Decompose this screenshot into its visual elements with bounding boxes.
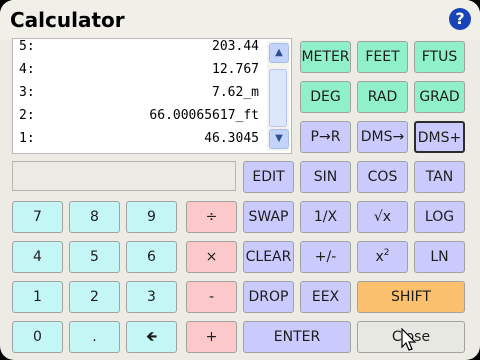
stack-value: 46.3045 bbox=[204, 131, 259, 146]
backspace-icon[interactable]: 🡸 bbox=[126, 321, 177, 353]
eex-button[interactable]: EEX bbox=[300, 281, 351, 313]
polar-to-rect-button[interactable]: P→R bbox=[300, 121, 351, 153]
stack-row-2: 2: 66.00065617_ft bbox=[19, 108, 263, 128]
stack-display: 5: 203.44 4: 12.767 3: 7.62_m 2: 66.0006… bbox=[12, 38, 292, 154]
plus-minus-button[interactable]: +/- bbox=[300, 241, 351, 273]
stack-level: 3: bbox=[19, 85, 35, 100]
cos-button[interactable]: COS bbox=[357, 161, 408, 193]
sqrt-button[interactable]: √x bbox=[357, 201, 408, 233]
digit-7-button[interactable]: 7 bbox=[12, 201, 63, 233]
stack-level: 2: bbox=[19, 108, 35, 123]
ln-button[interactable]: LN bbox=[414, 241, 465, 273]
rad-button[interactable]: RAD bbox=[357, 81, 408, 113]
stack-value: 7.62_m bbox=[212, 85, 259, 100]
stack-level: 4: bbox=[19, 62, 35, 77]
digit-6-button[interactable]: 6 bbox=[126, 241, 177, 273]
shift-button[interactable]: SHIFT bbox=[357, 281, 465, 313]
reciprocal-button[interactable]: 1/X bbox=[300, 201, 351, 233]
square-exponent: 2 bbox=[383, 248, 390, 258]
log-button[interactable]: LOG bbox=[414, 201, 465, 233]
edit-button[interactable]: EDIT bbox=[243, 161, 294, 193]
meter-button[interactable]: METER bbox=[300, 41, 351, 73]
dms-plus-button[interactable]: DMS+ bbox=[414, 121, 465, 153]
scroll-up-icon[interactable]: ▲ bbox=[269, 43, 289, 63]
plus-button[interactable]: + bbox=[186, 321, 237, 353]
title-bar: Calculator ? bbox=[0, 0, 480, 40]
feet-button[interactable]: FEET bbox=[357, 41, 408, 73]
stack-value: 66.00065617_ft bbox=[149, 108, 259, 123]
enter-button[interactable]: ENTER bbox=[243, 321, 351, 353]
stack-row-3: 3: 7.62_m bbox=[19, 85, 263, 105]
grad-button[interactable]: GRAD bbox=[414, 81, 465, 113]
tan-button[interactable]: TAN bbox=[414, 161, 465, 193]
digit-5-button[interactable]: 5 bbox=[69, 241, 120, 273]
stack-value: 203.44 bbox=[212, 39, 259, 54]
scroll-thumb[interactable] bbox=[269, 69, 287, 127]
clear-button[interactable]: CLEAR bbox=[243, 241, 294, 273]
mouse-pointer-icon bbox=[401, 328, 417, 351]
minus-button[interactable]: - bbox=[186, 281, 237, 313]
drop-button[interactable]: DROP bbox=[243, 281, 294, 313]
stack-level: 5: bbox=[19, 39, 35, 54]
stack-row-1: 1: 46.3045 bbox=[19, 131, 263, 151]
swap-button[interactable]: SWAP bbox=[243, 201, 294, 233]
decimal-button[interactable]: . bbox=[69, 321, 120, 353]
square-button[interactable]: x2 bbox=[357, 241, 408, 273]
calculator-window: Calculator ? 5: 203.44 4: 12.767 3: 7.62… bbox=[0, 0, 480, 360]
stack-scrollbar[interactable]: ▲ ▼ bbox=[267, 41, 289, 151]
divide-button[interactable]: ÷ bbox=[186, 201, 237, 233]
entry-field[interactable] bbox=[12, 161, 236, 191]
digit-2-button[interactable]: 2 bbox=[69, 281, 120, 313]
deg-button[interactable]: DEG bbox=[300, 81, 351, 113]
window-title: Calculator bbox=[10, 8, 125, 32]
digit-0-button[interactable]: 0 bbox=[12, 321, 63, 353]
square-base: x bbox=[375, 249, 384, 265]
digit-8-button[interactable]: 8 bbox=[69, 201, 120, 233]
stack-value: 12.767 bbox=[212, 62, 259, 77]
help-icon[interactable]: ? bbox=[449, 8, 471, 30]
digit-3-button[interactable]: 3 bbox=[126, 281, 177, 313]
scroll-down-icon[interactable]: ▼ bbox=[269, 129, 289, 149]
ftus-button[interactable]: FTUS bbox=[414, 41, 465, 73]
dms-convert-button[interactable]: DMS→ bbox=[357, 121, 408, 153]
stack-level: 1: bbox=[19, 131, 35, 146]
sin-button[interactable]: SIN bbox=[300, 161, 351, 193]
digit-4-button[interactable]: 4 bbox=[12, 241, 63, 273]
stack-row-4: 4: 12.767 bbox=[19, 62, 263, 82]
multiply-button[interactable]: × bbox=[186, 241, 237, 273]
digit-9-button[interactable]: 9 bbox=[126, 201, 177, 233]
digit-1-button[interactable]: 1 bbox=[12, 281, 63, 313]
stack-row-5: 5: 203.44 bbox=[19, 39, 263, 59]
